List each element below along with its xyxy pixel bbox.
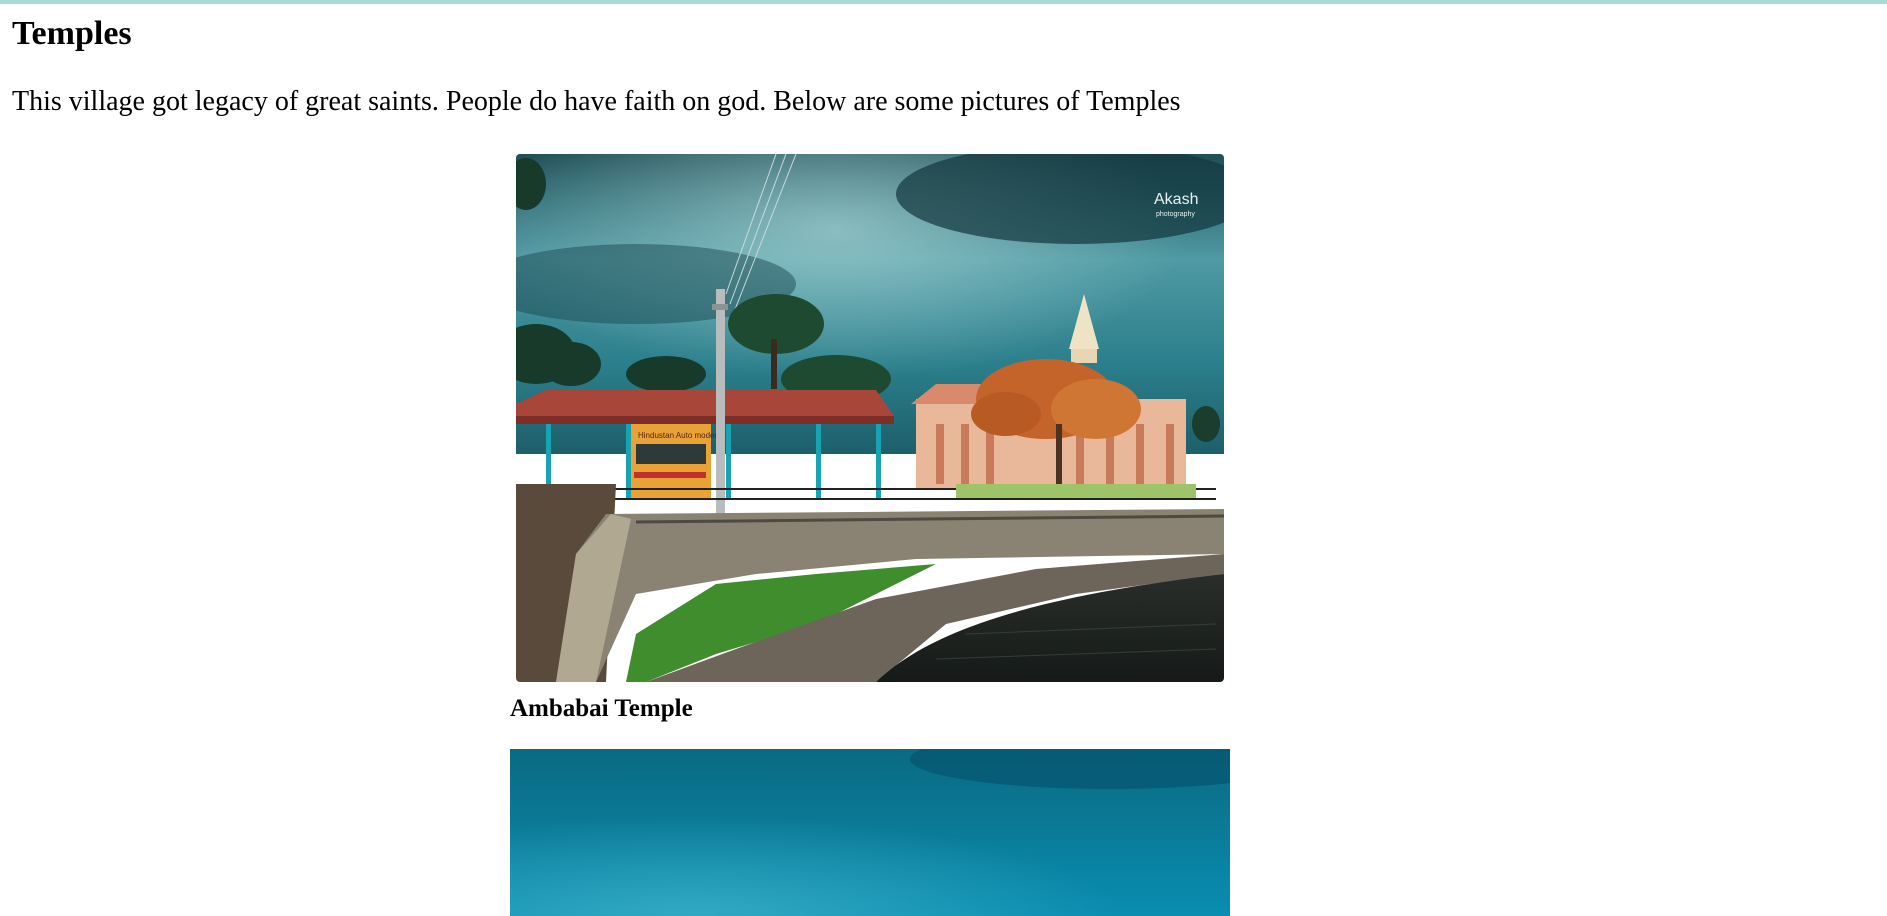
ambabai-temple-photo[interactable]: Akash photography Hindustan Auto modern [516, 154, 1224, 682]
svg-text:Hindustan Auto modern: Hindustan Auto modern [638, 431, 722, 440]
second-temple-photo[interactable] [510, 749, 1230, 916]
svg-text:photography: photography [1156, 211, 1195, 218]
watermark-logo: Akash photography [1154, 191, 1198, 218]
electric-pole [716, 289, 725, 514]
svg-text:Akash: Akash [1154, 191, 1198, 208]
intro-text: This village got legacy of great saints.… [12, 86, 1181, 117]
top-accent-strip [0, 0, 1887, 4]
temple-caption: Ambabai Temple [510, 695, 693, 722]
page-title: Temples [12, 15, 132, 52]
